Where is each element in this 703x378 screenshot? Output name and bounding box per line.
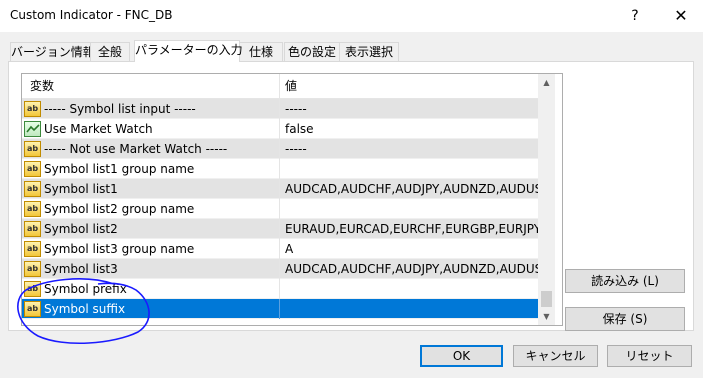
parameter-value-cell[interactable] [280, 299, 538, 319]
vertical-scrollbar[interactable]: ▲ ▼ [538, 74, 555, 325]
table-row[interactable]: ab Symbol list3 group name A [22, 239, 538, 259]
parameter-value-cell[interactable]: ----- [280, 99, 538, 119]
parameter-name-cell[interactable]: ab ----- Not use Market Watch ----- [22, 139, 280, 159]
parameter-value-cell[interactable]: EURAUD,EURCAD,EURCHF,EURGBP,EURJPY,E... [280, 219, 538, 239]
parameter-name-cell[interactable]: ab Symbol list2 [22, 219, 280, 239]
column-header-value[interactable]: 値 [280, 74, 538, 99]
scroll-up-icon[interactable]: ▲ [538, 74, 555, 91]
tab-version-info[interactable]: バージョン情報 [10, 42, 95, 62]
parameter-value-cell[interactable]: AUDCAD,AUDCHF,AUDJPY,AUDNZD,AUDUSD... [280, 259, 538, 279]
table-row[interactable]: Use Market Watch false [22, 119, 538, 139]
string-param-icon: ab [24, 101, 41, 117]
load-button[interactable]: 読み込み (L) [565, 269, 685, 293]
tab-spec[interactable]: 仕様 [239, 42, 283, 62]
table-row[interactable]: ab ----- Not use Market Watch ----- ----- [22, 139, 538, 159]
parameter-name: Symbol list2 group name [44, 202, 195, 216]
parameter-name: ----- Symbol list input ----- [44, 102, 196, 116]
tab-colors[interactable]: 色の設定 [284, 42, 340, 62]
parameter-value-cell[interactable]: AUDCAD,AUDCHF,AUDJPY,AUDNZD,AUDUSD... [280, 179, 538, 199]
parameter-name: Use Market Watch [44, 122, 153, 136]
reset-button[interactable]: リセット [607, 345, 692, 367]
bool-param-icon [24, 121, 41, 137]
window-title: Custom Indicator - FNC_DB [10, 8, 173, 22]
title-bar: Custom Indicator - FNC_DB ? ✕ [0, 0, 703, 32]
parameter-name-cell[interactable]: ab Symbol list2 group name [22, 199, 280, 219]
parameter-value-cell[interactable]: A [280, 239, 538, 259]
parameter-name-cell[interactable]: Use Market Watch [22, 119, 280, 139]
string-param-icon: ab [24, 161, 41, 177]
grid-header: 変数 値 [22, 74, 538, 99]
scroll-thumb[interactable] [541, 291, 552, 307]
parameter-name-cell[interactable]: ab Symbol list1 [22, 179, 280, 199]
cancel-button[interactable]: キャンセル [513, 345, 598, 367]
string-param-icon: ab [24, 141, 41, 157]
tab-parameters[interactable]: パラメーターの入力 [134, 40, 243, 62]
parameter-name: Symbol list1 group name [44, 162, 195, 176]
parameter-value-cell[interactable] [280, 159, 538, 179]
table-row[interactable]: ab Symbol list1 AUDCAD,AUDCHF,AUDJPY,AUDNZ… [22, 179, 538, 199]
tab-display[interactable]: 表示選択 [339, 42, 399, 62]
column-header-variable[interactable]: 変数 [22, 74, 280, 99]
string-param-icon: ab [24, 201, 41, 217]
parameter-name: Symbol list3 group name [44, 242, 195, 256]
parameter-name-cell[interactable]: ab Symbol list3 group name [22, 239, 280, 259]
parameter-value-cell[interactable] [280, 279, 538, 299]
parameter-name-cell[interactable]: ab ----- Symbol list input ----- [22, 99, 280, 119]
tab-general[interactable]: 全般 [90, 42, 130, 62]
parameter-name-cell[interactable]: ab Symbol list1 group name [22, 159, 280, 179]
close-button[interactable]: ✕ [670, 6, 692, 26]
parameter-value-cell[interactable]: ----- [280, 139, 538, 159]
table-row[interactable]: ab Symbol list1 group name [22, 159, 538, 179]
parameter-value-cell[interactable] [280, 199, 538, 219]
string-param-icon: ab [24, 221, 41, 237]
scroll-down-icon[interactable]: ▼ [538, 308, 555, 325]
annotation-circle [17, 278, 150, 344]
ok-button[interactable]: OK [420, 345, 503, 367]
string-param-icon: ab [24, 261, 41, 277]
parameter-name: Symbol list1 [44, 182, 118, 196]
table-row[interactable]: ab Symbol list2 group name [22, 199, 538, 219]
string-param-icon: ab [24, 241, 41, 257]
parameter-name: Symbol list2 [44, 222, 118, 236]
parameter-name: ----- Not use Market Watch ----- [44, 142, 228, 156]
string-param-icon: ab [24, 181, 41, 197]
save-button[interactable]: 保存 (S) [565, 307, 685, 331]
help-button[interactable]: ? [624, 6, 646, 26]
table-row[interactable]: ab Symbol list2 EURAUD,EURCAD,EURCHF,EURGB… [22, 219, 538, 239]
parameter-value-cell[interactable]: false [280, 119, 538, 139]
table-row[interactable]: ab ----- Symbol list input ----- ----- [22, 99, 538, 119]
